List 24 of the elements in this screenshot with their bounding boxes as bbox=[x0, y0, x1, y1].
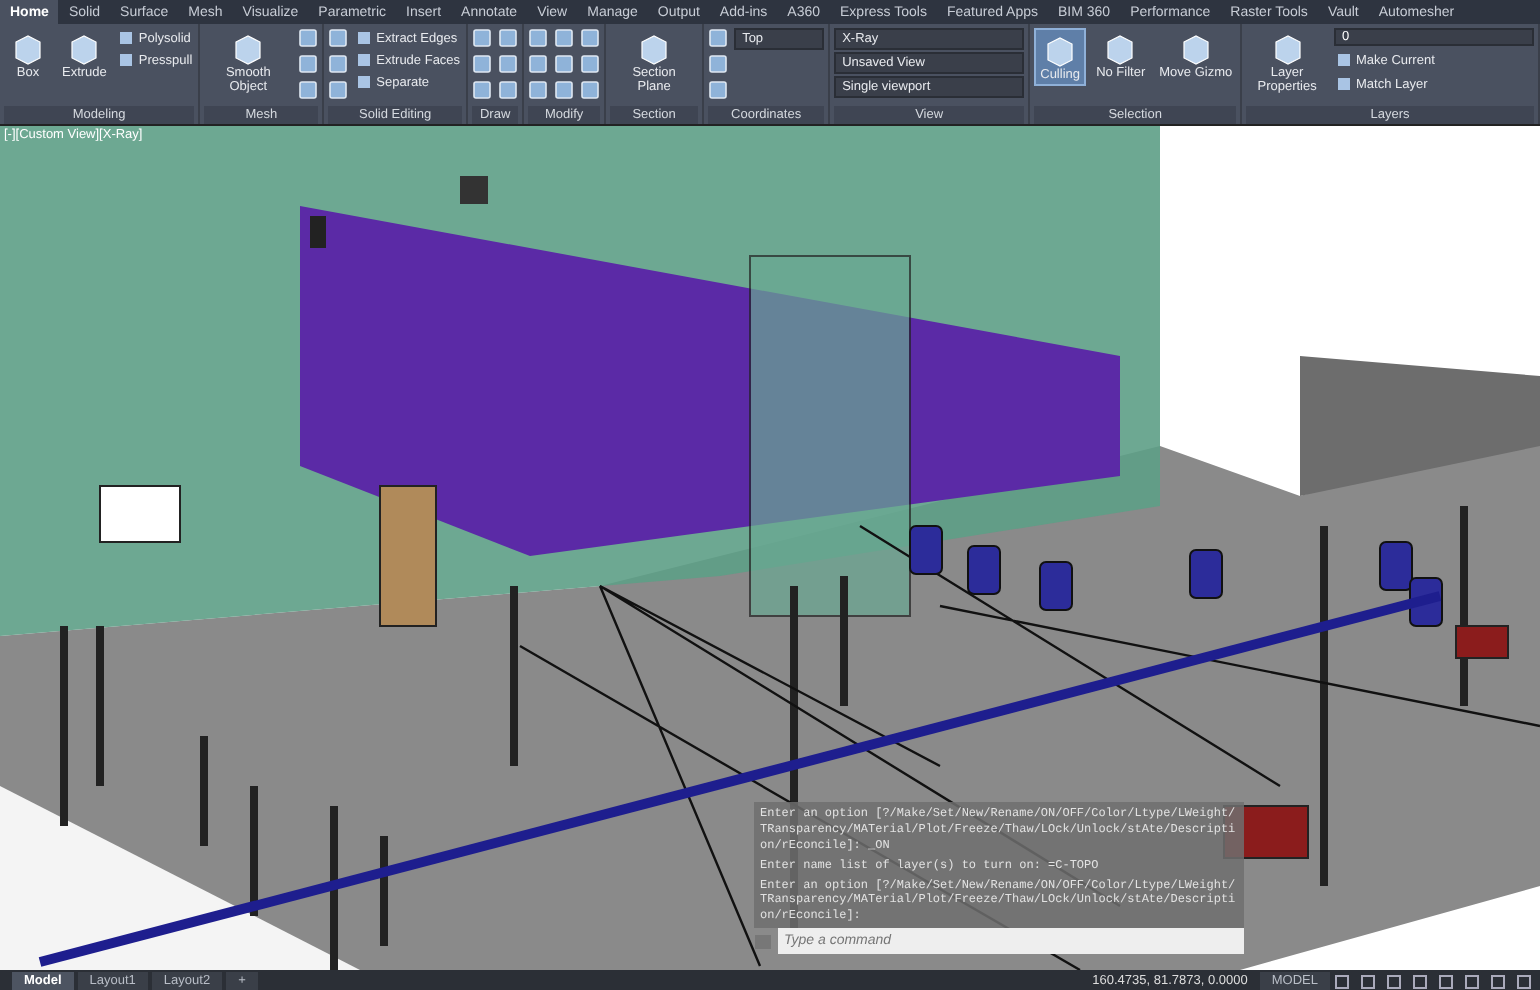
tool-icon[interactable] bbox=[298, 80, 319, 100]
tool-icon[interactable] bbox=[298, 54, 319, 74]
tool-icon[interactable] bbox=[580, 80, 601, 100]
tool-icon[interactable] bbox=[554, 54, 575, 74]
tool-icon[interactable] bbox=[328, 28, 349, 48]
tool-icon[interactable] bbox=[472, 54, 493, 74]
tool-icon[interactable] bbox=[498, 54, 519, 74]
tool-icon[interactable] bbox=[528, 54, 549, 74]
tool-icon[interactable] bbox=[328, 54, 349, 74]
tool-icon[interactable] bbox=[498, 80, 519, 100]
tool-icon[interactable] bbox=[708, 80, 729, 100]
tool-icon[interactable] bbox=[528, 28, 549, 48]
tool-icon[interactable] bbox=[708, 28, 729, 48]
tool-icon[interactable] bbox=[328, 80, 349, 100]
tool-icon[interactable] bbox=[298, 28, 319, 48]
tool-icon[interactable] bbox=[554, 80, 575, 100]
tool-icon[interactable] bbox=[708, 54, 729, 74]
tool-icon[interactable] bbox=[472, 80, 493, 100]
tool-icon[interactable] bbox=[554, 28, 575, 48]
tool-icon[interactable] bbox=[580, 54, 601, 74]
tool-icon[interactable] bbox=[580, 28, 601, 48]
tool-icon[interactable] bbox=[528, 80, 549, 100]
tool-icon[interactable] bbox=[498, 28, 519, 48]
tool-icon[interactable] bbox=[472, 28, 493, 48]
